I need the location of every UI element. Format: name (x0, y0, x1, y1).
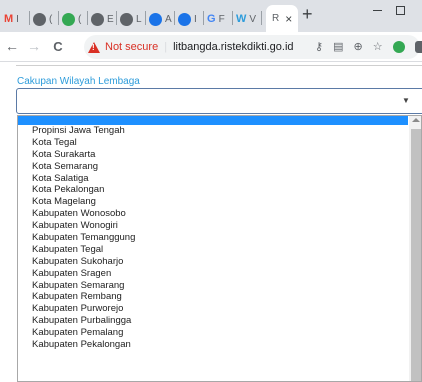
dropdown-option[interactable]: Kabupaten Sragen (18, 268, 408, 280)
dropdown-option[interactable]: Kota Magelang (18, 196, 408, 208)
gmail-icon: M (4, 12, 14, 25)
scrollbar[interactable] (409, 116, 421, 381)
browser-toolbar: ← → C Not secure | litbangda.ristekdikti… (0, 32, 422, 62)
tab-title: E (107, 13, 114, 25)
tab-title: L (136, 13, 142, 25)
dropdown-option[interactable]: Kota Tegal (18, 137, 408, 149)
tab-title: A (165, 13, 172, 25)
previous-field-edge (16, 65, 422, 66)
option-list: Propinsi Jawa Tengah Kota Tegal Kota Surak… (18, 125, 408, 351)
tab-separator (87, 11, 88, 25)
active-tab[interactable]: R × (266, 5, 299, 32)
url-text[interactable]: litbangda.ristekdikti.go.id (173, 41, 293, 53)
scroll-up-icon[interactable] (412, 118, 420, 122)
star-icon[interactable]: ☆ (373, 40, 383, 53)
toolbar-icons: ⚷ ▤ ⊕ ☆ (315, 40, 422, 53)
key-icon[interactable]: ⚷ (315, 40, 323, 53)
tab-1[interactable]: ( (33, 8, 52, 30)
google-icon: G (207, 12, 216, 25)
dropdown-option[interactable]: Kota Semarang (18, 161, 408, 173)
dropdown-option[interactable]: Kota Pekalongan (18, 184, 408, 196)
green-circle-icon (62, 12, 75, 26)
new-tab-button[interactable]: + (302, 4, 313, 25)
ball-icon (33, 12, 46, 26)
dropdown-option[interactable]: Kabupaten Rembang (18, 291, 408, 303)
maximize-button[interactable] (396, 6, 405, 15)
chevron-down-icon[interactable]: ▼ (402, 96, 410, 105)
tab-title: ( (49, 13, 53, 25)
tab-separator (145, 11, 146, 25)
zoom-icon[interactable]: ⊕ (353, 40, 362, 53)
reload-icon[interactable]: C (50, 39, 66, 54)
w-icon: W (236, 12, 247, 25)
dropdown-option[interactable]: Propinsi Jawa Tengah (18, 125, 408, 137)
dropdown-option[interactable]: Kota Surakarta (18, 149, 408, 161)
tab-8[interactable]: WV (236, 8, 256, 30)
tab-title: V (249, 13, 257, 25)
blue-circle-icon (149, 12, 162, 26)
dropdown-option[interactable]: Kabupaten Sukoharjo (18, 256, 408, 268)
tab-title: ( (78, 13, 82, 25)
dropdown-option[interactable]: Kabupaten Pemalang (18, 327, 408, 339)
tab-6[interactable]: I (178, 8, 197, 30)
profile-icon[interactable] (414, 40, 422, 53)
ball-icon (91, 12, 104, 26)
tab-5[interactable]: A (149, 8, 172, 30)
dropdown-list: Propinsi Jawa Tengah Kota Tegal Kota Surak… (17, 115, 422, 382)
dropdown-option[interactable]: Kabupaten Semarang (18, 280, 408, 292)
back-arrow-icon[interactable]: ← (4, 38, 20, 54)
dropdown-option[interactable]: Kabupaten Purbalingga (18, 315, 408, 327)
dropdown-option[interactable]: Kota Salatiga (18, 173, 408, 185)
field-label: Cakupan Wilayah Lembaga (17, 76, 140, 87)
minimize-button[interactable] (371, 0, 385, 20)
translate-icon[interactable]: ▤ (333, 40, 343, 53)
forward-arrow-icon[interactable]: → (26, 38, 42, 54)
extension-icon[interactable] (392, 40, 405, 53)
tab-title: F (218, 13, 225, 25)
ball-icon (120, 12, 133, 26)
region-select[interactable] (16, 88, 422, 114)
tab-7[interactable]: GF (207, 8, 225, 30)
warning-icon (88, 41, 100, 53)
tab-separator (116, 11, 117, 25)
dropdown-option[interactable]: Kabupaten Wonogiri (18, 220, 408, 232)
tab-close-icon[interactable]: × (285, 12, 292, 26)
tab-separator (58, 11, 59, 25)
tab-2[interactable]: ( (62, 8, 81, 30)
tab-separator (261, 11, 262, 25)
tab-0[interactable]: MI (4, 8, 19, 30)
dropdown-option[interactable]: Kabupaten Temanggung (18, 232, 408, 244)
blue-circle-icon (178, 12, 191, 26)
tab-separator (174, 11, 175, 25)
tab-separator (29, 11, 30, 25)
dropdown-option[interactable]: Kabupaten Pekalongan (18, 339, 408, 351)
dropdown-option[interactable]: Kabupaten Purworejo (18, 303, 408, 315)
browser-tab-strip: M I((E L A I G F W V R × + (0, 0, 422, 32)
tab-3[interactable]: E (91, 8, 114, 30)
dropdown-option[interactable]: Kabupaten Wonosobo (18, 208, 408, 220)
tab-separator (232, 11, 233, 25)
tab-4[interactable]: L (120, 8, 142, 30)
active-tab-title: R (272, 13, 280, 24)
tab-separator (203, 11, 204, 25)
highlighted-empty-option[interactable] (18, 116, 408, 125)
dropdown-option[interactable]: Kabupaten Tegal (18, 244, 408, 256)
scrollbar-thumb[interactable] (411, 129, 421, 381)
security-status[interactable]: Not secure (105, 41, 158, 53)
tab-title: I (194, 13, 197, 25)
address-separator: | (164, 41, 168, 53)
tab-title: I (16, 13, 19, 25)
